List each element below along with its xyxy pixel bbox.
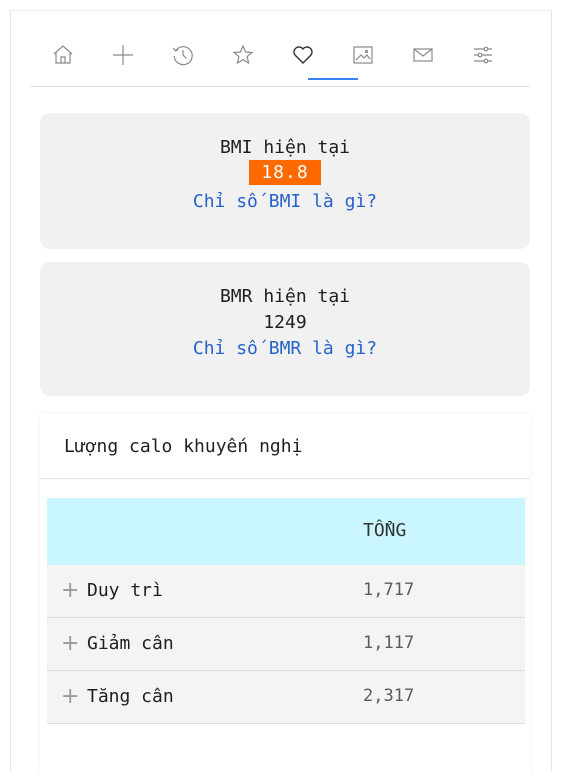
column-total-header: TỔNG	[363, 520, 407, 541]
calorie-card: Lượng calo khuyến nghị TỔNG + Duy trì 1,…	[40, 414, 530, 774]
bmi-label: BMI hiện tại	[219, 137, 351, 158]
bmr-info-link[interactable]: Chỉ số BMR là gì?	[40, 338, 530, 359]
table-header: TỔNG	[47, 498, 525, 565]
nav-gallery[interactable]	[348, 40, 378, 70]
heart-icon	[293, 46, 313, 64]
row-name: Giảm cân	[87, 633, 174, 654]
bmr-label: BMR hiện tại	[219, 286, 351, 307]
bmi-info-link[interactable]: Chỉ số BMI là gì?	[40, 191, 530, 212]
bmr-card: BMR hiện tại 1249 Chỉ số BMR là gì?	[40, 262, 530, 396]
image-icon	[353, 46, 373, 64]
table-row[interactable]: + Giảm cân 1,117	[47, 618, 525, 671]
nav-settings[interactable]	[468, 40, 498, 70]
calorie-title: Lượng calo khuyến nghị	[64, 436, 303, 457]
home-icon	[53, 45, 73, 64]
row-total: 2,317	[363, 686, 415, 706]
table-row[interactable]: + Tăng cân 2,317	[47, 671, 525, 724]
row-total: 1,117	[363, 633, 415, 653]
history-icon	[173, 46, 193, 66]
star-icon	[232, 44, 254, 65]
row-name: Duy trì	[87, 580, 163, 601]
top-nav	[30, 36, 530, 87]
bmi-value: 18.8	[249, 160, 321, 185]
plus-icon[interactable]: +	[61, 684, 79, 709]
nav-home[interactable]	[48, 40, 78, 70]
divider	[40, 478, 530, 479]
nav-history[interactable]	[168, 40, 198, 70]
plus-icon[interactable]: +	[61, 578, 79, 603]
calorie-table: TỔNG + Duy trì 1,717 + Giảm cân 1,117 + …	[47, 498, 525, 724]
sliders-icon	[474, 46, 492, 64]
active-tab-indicator	[308, 78, 358, 80]
row-total: 1,717	[363, 580, 415, 600]
plus-icon	[113, 45, 133, 65]
bmi-card: BMI hiện tại 18.8 Chỉ số BMI là gì?	[40, 113, 530, 249]
bmr-value: 1249	[263, 312, 307, 333]
row-name: Tăng cân	[87, 686, 174, 707]
nav-health[interactable]	[288, 40, 318, 70]
nav-favorites[interactable]	[228, 40, 258, 70]
plus-icon[interactable]: +	[61, 631, 79, 656]
nav-messages[interactable]	[408, 40, 438, 70]
mail-icon	[413, 48, 433, 62]
nav-add[interactable]	[108, 40, 138, 70]
table-row[interactable]: + Duy trì 1,717	[47, 565, 525, 618]
